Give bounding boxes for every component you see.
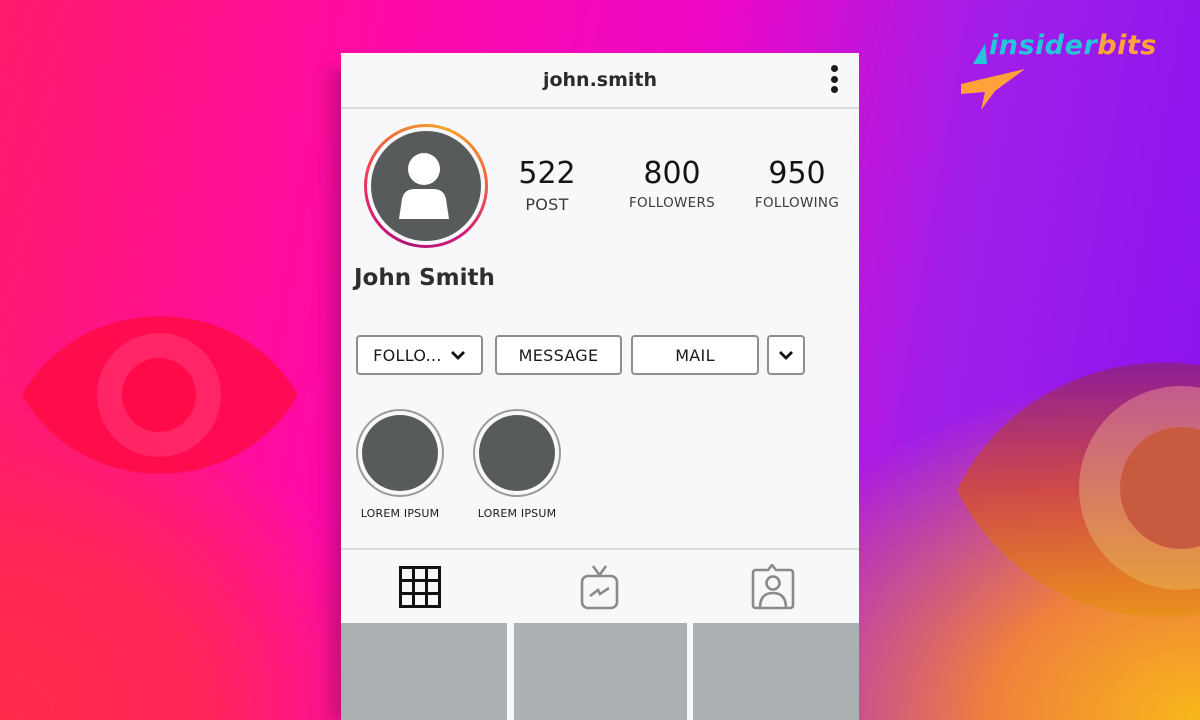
tab-igtv[interactable]: [513, 550, 686, 624]
chevron-down-icon: [779, 351, 793, 360]
username-title: john.smith: [542, 69, 658, 91]
followers-count: 800: [643, 156, 701, 191]
mail-button-label: MAIL: [675, 345, 715, 365]
more-vertical-icon[interactable]: [829, 65, 839, 97]
highlight-label: LOREM IPSUM: [477, 507, 557, 520]
profile-tabs: [341, 548, 859, 624]
tab-tagged[interactable]: [686, 550, 859, 624]
tv-icon: [580, 565, 618, 610]
posts-count: 522: [518, 156, 576, 191]
grid-icon: [399, 566, 441, 608]
following-count: 950: [768, 156, 826, 191]
tagged-person-icon: [751, 564, 794, 610]
story-highlight[interactable]: LOREM IPSUM: [472, 409, 562, 520]
profile-header: john.smith: [341, 53, 859, 109]
following-button-label: FOLLO...: [373, 345, 442, 365]
following-label: FOLLOWING: [754, 195, 840, 211]
stat-posts[interactable]: 522 POST: [487, 155, 607, 214]
stat-followers[interactable]: 800 FOLLOWERS: [612, 155, 732, 211]
stat-following[interactable]: 950 FOLLOWING: [737, 155, 857, 211]
logo-text-bits: bits: [1097, 30, 1157, 61]
user-icon: [399, 153, 449, 219]
post-thumbnail[interactable]: [693, 623, 859, 720]
message-button-label: MESSAGE: [518, 345, 599, 365]
story-highlight[interactable]: LOREM IPSUM: [355, 409, 445, 520]
mail-button[interactable]: MAIL: [631, 335, 759, 375]
suggested-accounts-button[interactable]: [767, 335, 805, 375]
highlight-cover: [473, 409, 561, 497]
posts-grid: [341, 623, 859, 720]
highlight-label: LOREM IPSUM: [360, 507, 440, 520]
post-thumbnail[interactable]: [341, 623, 507, 720]
chevron-down-icon: [450, 351, 465, 360]
followers-label: FOLLOWERS: [628, 195, 716, 211]
display-name: John Smith: [354, 265, 495, 291]
following-dropdown-button[interactable]: FOLLO...: [356, 335, 483, 375]
background-eye-icon: [22, 300, 298, 490]
post-thumbnail[interactable]: [514, 623, 687, 720]
avatar[interactable]: [364, 124, 488, 248]
profile-screen: john.smith 522 POST 800 FOLLOWERS 950 FO…: [341, 53, 859, 720]
message-button[interactable]: MESSAGE: [495, 335, 622, 375]
tab-posts[interactable]: [341, 550, 513, 624]
background-eye-icon: [957, 335, 1200, 645]
posts-label: POST: [525, 195, 569, 214]
highlight-cover: [356, 409, 444, 497]
insiderbits-logo: insiderbits: [955, 28, 1175, 110]
logo-text-insider: insider: [989, 30, 1098, 61]
